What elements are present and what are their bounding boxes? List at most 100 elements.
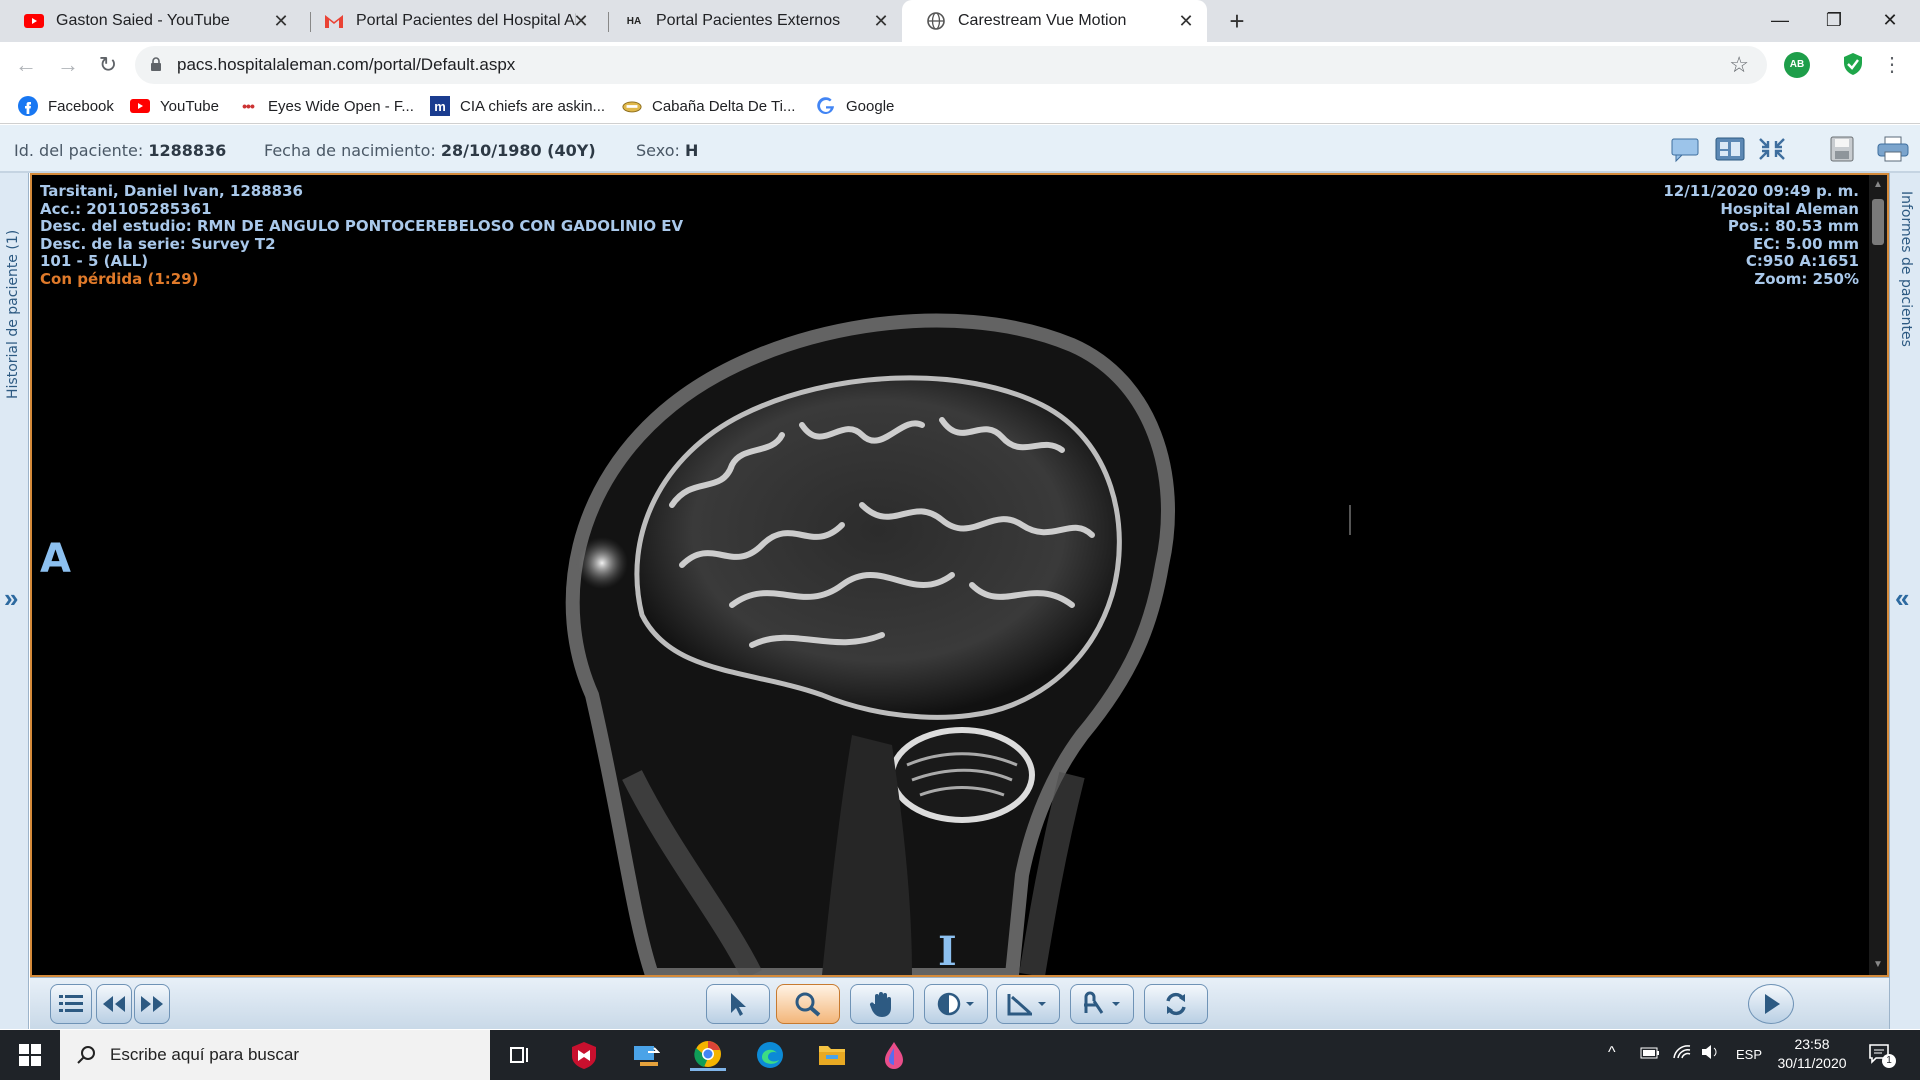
edge-app[interactable] [752,1039,788,1071]
tab-portal-externos[interactable]: HA Portal Pacientes Externos ✕ [600,0,902,42]
menu-kebab-icon[interactable]: ⋮ [1876,49,1908,81]
minimize-button[interactable]: — [1752,0,1808,42]
clock-date: 30/11/2020 [1777,1055,1847,1071]
bookmark-google[interactable]: Google [816,94,894,118]
bookmark-youtube[interactable]: YouTube [130,94,219,118]
url-text: pacs.hospitalaleman.com/portal/Default.a… [177,55,516,74]
task-view-icon [510,1047,528,1063]
rewind-icon [103,996,125,1012]
overlay-image-index: 101 - 5 (ALL) [40,252,149,270]
language-indicator[interactable]: ESP [1736,1047,1762,1062]
bookmark-facebook[interactable]: Facebook [18,94,114,118]
tab-label: Gaston Saied - YouTube [56,12,230,29]
chrome-app[interactable] [690,1039,726,1071]
patient-id: Id. del paciente: 1288836 [14,141,227,160]
pan-tool-button[interactable] [850,984,914,1024]
compress-icon[interactable] [1756,135,1788,163]
back-button[interactable]: ← [10,49,42,81]
contrast-icon [937,992,974,1016]
file-transfer-app[interactable] [628,1039,664,1071]
file-explorer-app[interactable] [814,1039,850,1071]
tab-portal-pacientes[interactable]: Portal Pacientes del Hospital Alem ✕ [300,0,602,42]
window-level-tool-button[interactable] [924,984,988,1024]
expand-left-icon[interactable]: « [1895,583,1909,614]
browser-tab-strip: Gaston Saied - YouTube ✕ Portal Paciente… [0,0,1920,42]
tab-label: Carestream Vue Motion [958,12,1127,29]
overlay-top-right: 12/11/2020 09:49 p. m. Hospital Aleman P… [1663,182,1859,288]
shield-check-icon[interactable] [1840,52,1866,78]
save-icon[interactable] [1826,135,1858,163]
computer-icon [634,1046,660,1066]
windows-taskbar: Escribe aquí para buscar ^ ESP 23:58 30/… [0,1030,1920,1080]
taskbar-search-box[interactable]: Escribe aquí para buscar [60,1030,490,1080]
paint-drop-icon [885,1042,903,1069]
tab-youtube[interactable]: Gaston Saied - YouTube ✕ [0,0,302,42]
youtube-icon [130,96,150,116]
overlay-series-desc: Desc. de la serie: Survey T2 [40,234,276,253]
ruler-icon [1007,994,1046,1016]
bookmark-cia-chiefs[interactable]: m CIA chiefs are askin... [430,94,605,118]
scroll-up-icon[interactable]: ▲ [1873,179,1883,190]
close-icon[interactable]: ✕ [1175,10,1197,32]
adblock-extension-icon[interactable]: AB [1784,52,1810,78]
bookmark-label: YouTube [160,97,219,115]
volume-icon[interactable] [1700,1044,1720,1063]
zoom-tool-button[interactable] [776,984,840,1024]
bookmark-cabana-delta[interactable]: Cabaña Delta De Ti... [622,94,795,118]
series-list-button[interactable] [50,984,92,1024]
bookmark-label: Google [846,97,895,115]
magnifier-icon [795,992,821,1017]
hand-icon [869,992,891,1017]
overlay-patient-name: Tarsitani, Daniel Ivan, 1288836 [40,182,303,200]
image-scrollbar[interactable]: ▲ ▼ [1869,175,1887,975]
image-viewport[interactable]: Tarsitani, Daniel Ivan, 1288836 Acc.: 20… [30,173,1889,977]
chat-icon[interactable] [1670,135,1702,163]
patient-history-panel[interactable]: Historial de paciente (1) » [0,173,29,1029]
scroll-down-icon[interactable]: ▼ [1873,959,1883,970]
reset-button[interactable] [1144,984,1208,1024]
close-icon[interactable]: ✕ [270,10,292,32]
forward-button[interactable]: → [52,49,84,81]
overlay-window-level: C:950 A:1651 [1745,252,1859,270]
list-icon [59,995,83,1012]
expand-right-icon[interactable]: » [4,583,18,614]
rotate-tool-button[interactable] [1070,984,1134,1024]
star-icon[interactable]: ☆ [1729,52,1749,78]
patient-reports-panel[interactable]: Informes de pacientes « [1889,173,1920,1029]
address-bar[interactable]: pacs.hospitalaleman.com/portal/Default.a… [135,46,1767,84]
notification-center[interactable]: 1 [1868,1042,1896,1069]
close-icon[interactable]: ✕ [870,10,892,32]
mri-sagittal-image [565,313,1351,975]
mcafee-app[interactable] [566,1039,602,1071]
restore-button[interactable]: ❐ [1806,0,1862,42]
battery-icon[interactable] [1640,1046,1660,1062]
next-series-button[interactable] [134,984,170,1024]
chevron-up-icon[interactable]: ^ [1608,1044,1616,1062]
bookmark-eyes-wide-open[interactable]: ••• Eyes Wide Open - F... [238,94,414,118]
clock[interactable]: 23:58 30/11/2020 [1772,1036,1852,1071]
new-tab-button[interactable]: + [1222,6,1252,36]
play-icon [1765,994,1780,1014]
scrollbar-thumb[interactable] [1872,199,1884,245]
print-icon[interactable] [1876,135,1909,163]
layout-grid-icon[interactable] [1714,135,1746,163]
pointer-tool-button[interactable] [706,984,770,1024]
measure-tool-button[interactable] [996,984,1060,1024]
patient-history-label: Historial de paciente (1) [5,229,21,399]
start-button[interactable] [12,1039,48,1071]
overlay-position: Pos.: 80.53 mm [1727,217,1859,235]
tab-carestream[interactable]: Carestream Vue Motion ✕ [902,0,1207,42]
paint-app[interactable] [876,1039,912,1071]
task-view-button[interactable] [502,1039,538,1071]
clock-time: 23:58 [1794,1036,1830,1052]
previous-series-button[interactable] [96,984,132,1024]
windows-logo-icon [19,1044,41,1066]
wifi-icon[interactable] [1672,1044,1692,1063]
close-icon[interactable]: ✕ [570,10,592,32]
reload-button[interactable]: ↻ [92,49,124,81]
gmail-icon [324,11,344,31]
bookmark-label: CIA chiefs are askin... [460,97,606,115]
window-close-button[interactable]: ✕ [1862,0,1918,42]
overlay-lossy-indicator: Con pérdida (1:29) [40,269,199,288]
cine-play-button[interactable] [1748,984,1794,1024]
